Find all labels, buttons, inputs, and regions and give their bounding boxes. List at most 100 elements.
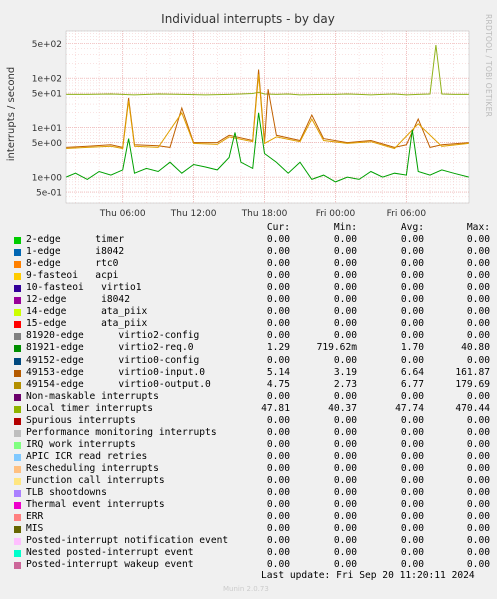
legend-row: 15-edge ata_piix 0.00 0.00 0.00 0.00 [14, 318, 490, 330]
legend-cur: 0.00 [266, 318, 290, 330]
legend-max: 0.00 [466, 258, 490, 270]
last-update: Last update: Fri Sep 20 11:20:11 2024 [261, 570, 475, 581]
legend-min: 0.00 [333, 354, 357, 366]
legend-min: 2.73 [333, 378, 357, 390]
legend-row: Function call interrupts 0.00 0.00 0.00 0.00 [14, 475, 490, 487]
y-ticks: 5e+02 1e+02 5e+01 1e+01 5e+00 1e+00 5e-01 [32, 40, 63, 198]
legend-max: 0.00 [466, 318, 490, 330]
x-tick-label: Fri 06:00 [387, 209, 427, 219]
legend-avg: 0.00 [400, 414, 424, 426]
legend-avg: 0.00 [400, 306, 424, 318]
legend-swatch [14, 562, 21, 570]
legend-cur: 0.00 [266, 426, 290, 438]
legend-label: Local timer interrupts [26, 402, 154, 414]
legend-min: 0.00 [333, 487, 357, 499]
legend-label: TLB shootdowns [26, 487, 107, 499]
legend-label: 2-edge timer [26, 234, 125, 245]
legend-max: 0.00 [466, 547, 490, 559]
legend-min: 0.00 [333, 270, 357, 282]
legend-cur: 0.00 [266, 390, 290, 402]
legend-min: 0.00 [333, 282, 357, 294]
legend-avg: 47.74 [395, 402, 424, 414]
legend-min: 0.00 [333, 294, 357, 306]
legend-cur: 0.00 [266, 270, 290, 282]
legend-swatch [14, 502, 21, 510]
legend-label: 10-fasteoi virtio1 [26, 282, 142, 294]
legend-label: 49154-edge virtio0-output.0 [26, 378, 211, 390]
legend-swatch [14, 478, 21, 485]
x-ticks: Thu 06:00 Thu 12:00 Thu 18:00 Fri 00:00 Fri … [99, 209, 427, 219]
legend-max: 0.00 [466, 499, 490, 511]
legend-row: 8-edge rtc0 0.00 0.00 0.00 0.00 [14, 258, 490, 270]
legend-swatch [14, 249, 21, 257]
legend-row: Performance monitoring interrupts 0.00 0.0… [14, 426, 490, 439]
legend-max: 0.00 [466, 450, 490, 462]
legend-cur: 0.00 [266, 414, 290, 426]
legend-row: Nested posted-interrupt event 0.00 0.00 0.0… [14, 547, 490, 559]
rrdtool-credit: RRDTOOL / TOBI OETIKER [484, 14, 493, 118]
legend-swatch [14, 369, 21, 377]
legend-label: 81921-edge virtio2-req.0 [26, 342, 194, 354]
legend-max: 161.87 [455, 366, 490, 378]
legend-avg: 0.00 [400, 294, 424, 306]
legend-avg: 0.00 [400, 499, 424, 511]
y-tick-label: 5e+01 [32, 90, 62, 100]
legend-cur: 0.00 [266, 258, 290, 270]
legend-max: 0.00 [466, 475, 490, 486]
legend-label: 12-edge i8042 [26, 294, 130, 306]
legend-max: 0.00 [466, 462, 490, 474]
legend-max: 0.00 [466, 438, 490, 450]
legend-cur: 0.00 [266, 535, 290, 547]
legend-max: 0.00 [466, 246, 490, 258]
legend-header-min: Min: [333, 222, 357, 233]
legend-swatch [14, 393, 21, 401]
legend-avg: 0.00 [400, 330, 424, 342]
legend-row: 12-edge i8042 0.00 0.00 0.00 0.00 [14, 294, 490, 306]
legend-swatch [14, 285, 21, 293]
x-tick-label: Fri 00:00 [316, 209, 356, 219]
legend-label: 8-edge rtc0 [26, 258, 119, 270]
legend-label: 49153-edge virtio0-input.0 [26, 366, 206, 378]
y-tick-label: 5e+00 [32, 139, 63, 149]
legend-avg: 0.00 [400, 475, 424, 486]
legend-row: 81921-edge virtio2-req.0 1.29 719.62m 1.70 4… [14, 342, 490, 354]
legend-min: 0.00 [333, 438, 357, 450]
legend-avg: 0.00 [400, 282, 424, 294]
legend-row: MIS 0.00 0.00 0.00 0.00 [14, 523, 490, 535]
legend-min: 0.00 [333, 318, 357, 330]
legend-swatch [14, 237, 21, 244]
legend-label: 1-edge i8042 [26, 246, 125, 258]
legend-cur: 47.81 [261, 402, 290, 414]
legend-row: 49152-edge virtio0-config 0.00 0.00 0.00 0.0… [14, 354, 490, 367]
legend-row: ERR 0.00 0.00 0.00 0.00 [14, 511, 490, 523]
legend-min: 0.00 [333, 330, 357, 342]
legend-swatch [14, 550, 21, 558]
legend-label: 14-edge ata_piix [26, 306, 148, 318]
legend-min: 0.00 [333, 246, 357, 258]
legend-min: 3.19 [333, 366, 357, 378]
legend-row: 1-edge i8042 0.00 0.00 0.00 0.00 [14, 246, 490, 258]
legend-row: Thermal event interrupts 0.00 0.00 0.00 0.00 [14, 499, 490, 511]
legend-min: 0.00 [333, 234, 357, 245]
legend-swatch [14, 465, 21, 473]
y-tick-label: 5e+02 [32, 40, 62, 50]
legend-swatch [14, 261, 21, 269]
legend-swatch [14, 441, 21, 449]
legend-min: 0.00 [333, 414, 357, 426]
legend-label: ERR [26, 511, 44, 523]
legend-row: 49154-edge virtio0-output.0 4.75 2.73 6.77 1… [14, 378, 490, 391]
legend-row: IRQ work interrupts 0.00 0.00 0.00 0.00 [14, 438, 490, 451]
legend-row: Non-maskable interrupts 0.00 0.00 0.00 0.00 [14, 390, 490, 403]
legend-cur: 0.00 [266, 450, 290, 462]
legend-avg: 6.77 [400, 378, 424, 390]
legend-swatch [14, 345, 21, 353]
legend-label: Posted-interrupt wakeup event [26, 559, 194, 571]
legend-max: 179.69 [455, 378, 490, 390]
legend-row: 14-edge ata_piix 0.00 0.00 0.00 0.00 [14, 306, 490, 318]
y-tick-label: 5e-01 [36, 189, 62, 199]
legend-cur: 0.00 [266, 547, 290, 559]
x-tick-label: Thu 06:00 [99, 209, 146, 219]
legend-cur: 0.00 [266, 523, 290, 535]
legend-swatch [14, 321, 21, 329]
legend-max: 0.00 [466, 511, 490, 523]
